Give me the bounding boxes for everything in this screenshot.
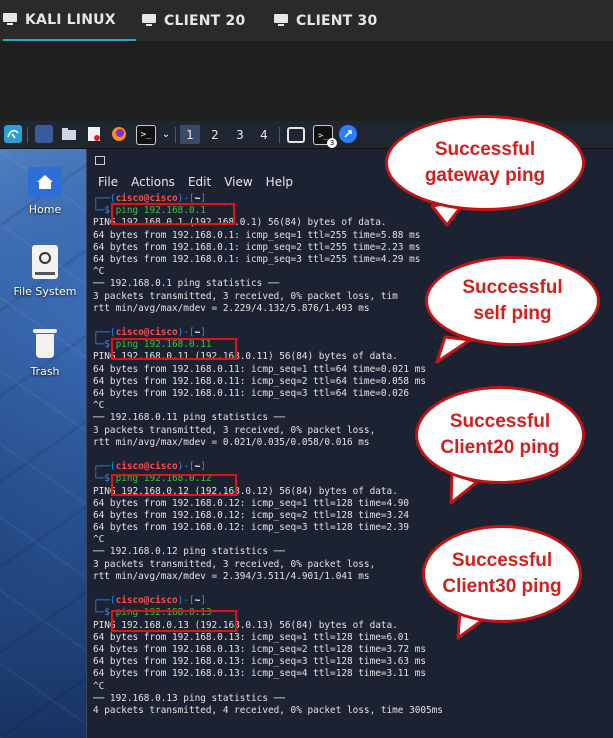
- callout-line: Successful: [434, 139, 536, 161]
- callout-self-ping: Successful self ping: [425, 256, 600, 346]
- callout-line: Successful: [462, 277, 563, 299]
- callout-line: gateway ping: [424, 165, 546, 186]
- callout-client30-ping: Successful Client30 ping: [422, 525, 582, 623]
- callout-line: self ping: [473, 303, 552, 324]
- callout-line: Successful: [451, 550, 553, 572]
- callout-line: Client30 ping: [442, 576, 562, 597]
- callout-line: Successful: [449, 411, 551, 433]
- callout-tails: [430, 198, 490, 640]
- callout-line: Client20 ping: [440, 437, 560, 458]
- callout-client20-ping: Successful Client20 ping: [415, 386, 585, 484]
- callout-gateway-ping: Successful gateway ping: [385, 115, 585, 211]
